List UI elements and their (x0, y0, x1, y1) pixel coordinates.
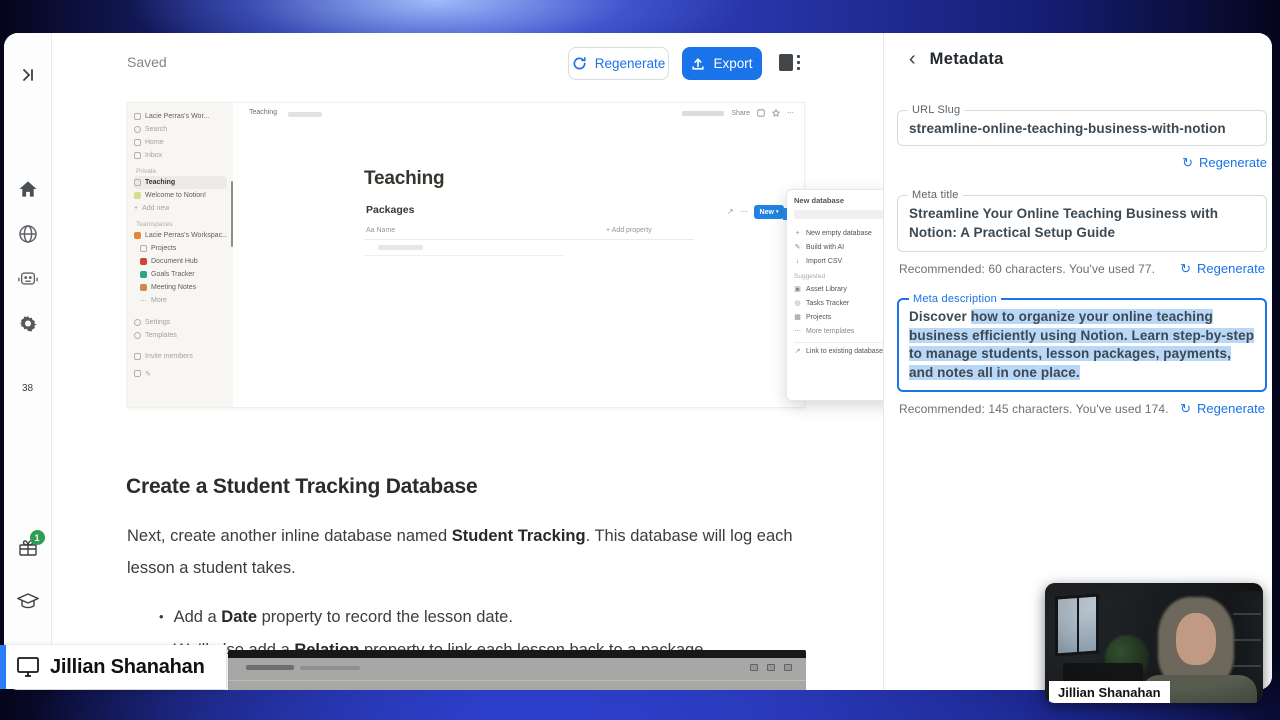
url-slug-input[interactable]: URL Slug streamline-online-teaching-busi… (897, 104, 1267, 146)
article-heading: Create a Student Tracking Database (126, 475, 478, 498)
regenerate-button[interactable]: Regenerate (568, 47, 669, 80)
article-paragraph[interactable]: Next, create another inline database nam… (127, 521, 797, 584)
webcam-name-label: Jillian Shanahan (1049, 681, 1170, 703)
notion-content: Teaching Share ⋯ Teaching Packages ↗ ⋯ N… (233, 103, 911, 407)
notion-teaching-item: Teaching (134, 176, 227, 189)
save-status: Saved (127, 54, 167, 70)
url-slug-label: URL Slug (908, 104, 965, 116)
regenerate-slug-link[interactable]: ↻ Regenerate (1182, 155, 1267, 170)
settings-gear-icon[interactable] (18, 314, 37, 333)
presenter-name-tag: Jillian Shanahan (0, 645, 226, 689)
notion-sidebar: Lacie Perras's Wor... Search Home Inbox … (128, 103, 233, 407)
gift-icon[interactable]: 1 (18, 530, 45, 557)
back-chevron-icon[interactable]: ‹ (907, 49, 918, 69)
notion-db-title: Packages (366, 204, 415, 216)
meta-title-input[interactable]: Meta title Streamline Your Online Teachi… (897, 189, 1267, 252)
meta-title-label: Meta title (908, 189, 963, 201)
assistant-robot-icon[interactable] (17, 269, 38, 288)
notion-screenshot-2[interactable] (228, 650, 806, 690)
notion-topbar-actions: Share ⋯ (682, 109, 794, 117)
export-label: Export (713, 56, 753, 71)
notion-breadcrumb: Teaching (249, 109, 278, 116)
collapse-sidebar-icon[interactable] (20, 67, 36, 83)
meta-description-label: Meta description (909, 293, 1001, 305)
bullet-item: • Add a Date property to record the lesso… (159, 608, 513, 626)
meta-description-input[interactable]: Meta description Discover how to organiz… (897, 293, 1267, 392)
add-new-button[interactable]: + (11, 118, 45, 152)
meta-description-hint: Recommended: 145 characters. You've used… (899, 401, 1169, 416)
usage-ring[interactable]: 38 (13, 373, 43, 403)
notion-workspace: Lacie Perras's Wor... (145, 113, 210, 120)
globe-icon[interactable] (18, 224, 38, 244)
video-frame: + 38 1 Saved Regenerate Export Lacie Per… (0, 0, 1280, 720)
graduation-cap-icon[interactable] (16, 593, 39, 610)
usage-count: 38 (21, 382, 34, 394)
presenter-screen-name: Jillian Shanahan (50, 655, 205, 678)
gift-badge: 1 (29, 530, 45, 545)
panel-title: Metadata (929, 49, 1004, 68)
editor-main: Saved Regenerate Export Lacie Perras's W… (52, 33, 911, 690)
export-button[interactable]: Export (682, 47, 762, 80)
left-icon-rail: + 38 1 (4, 33, 52, 690)
layout-toggle-icon[interactable] (779, 52, 803, 74)
screen-share-icon (17, 657, 39, 677)
regenerate-label: Regenerate (594, 56, 666, 71)
notion-new-button: New ▾ (754, 205, 784, 219)
regenerate-description-link[interactable]: ↻ Regenerate (1180, 401, 1265, 416)
notion-screenshot[interactable]: Lacie Perras's Wor... Search Home Inbox … (127, 102, 911, 408)
home-icon[interactable] (18, 180, 37, 198)
webcam-video: Jillian Shanahan (1045, 583, 1263, 703)
notion-page-title: Teaching (364, 168, 445, 189)
regenerate-title-link[interactable]: ↻ Regenerate (1180, 261, 1265, 276)
meta-title-hint: Recommended: 60 characters. You've used … (899, 261, 1156, 276)
